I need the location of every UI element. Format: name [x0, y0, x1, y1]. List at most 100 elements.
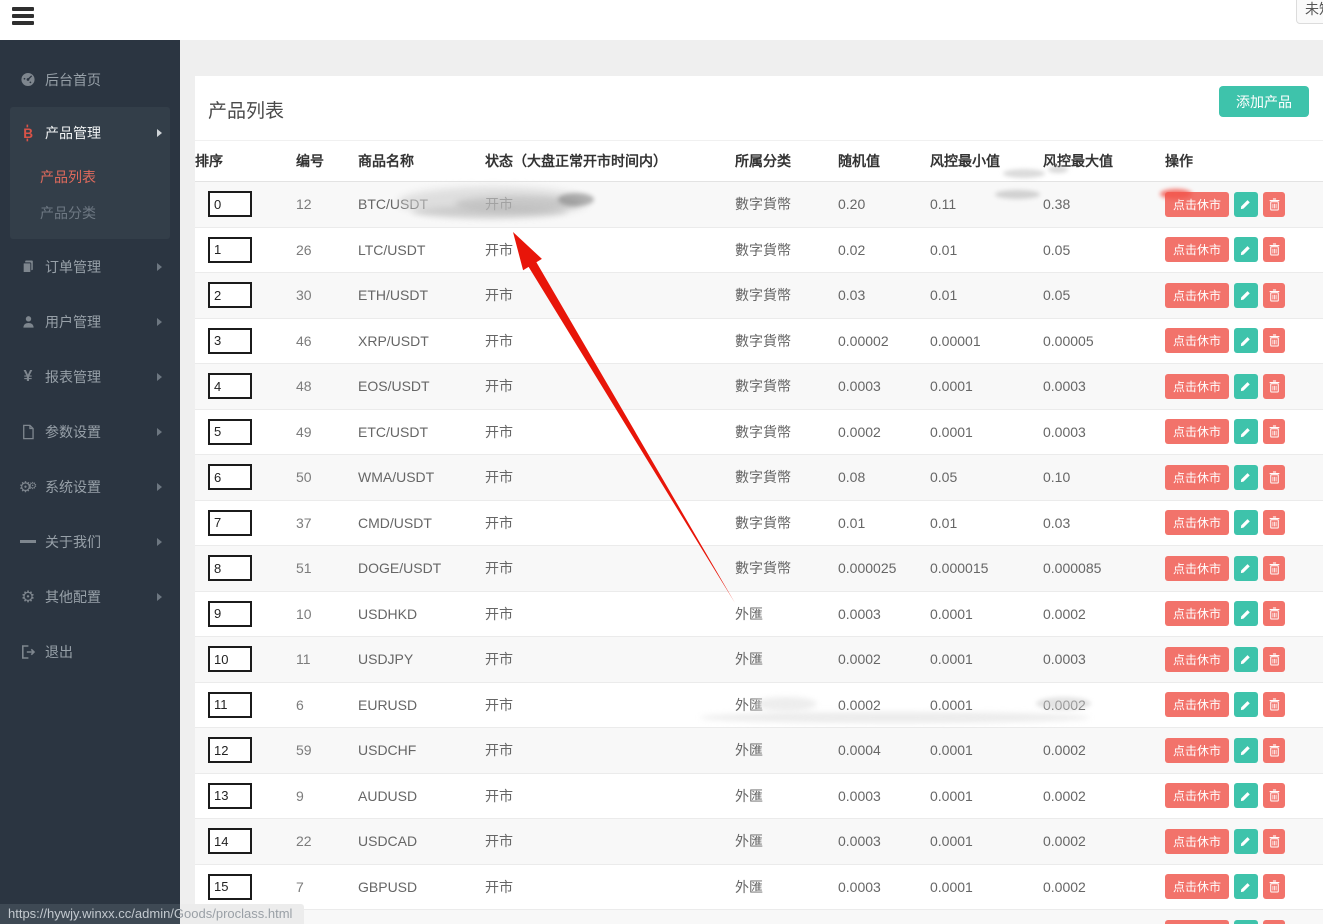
sort-input[interactable] [208, 828, 252, 855]
delete-button[interactable] [1263, 328, 1286, 354]
delete-button[interactable] [1263, 874, 1286, 900]
edit-button[interactable] [1234, 191, 1259, 217]
edit-button[interactable] [1234, 328, 1259, 354]
close-market-button[interactable]: 点击休市 [1165, 828, 1230, 854]
edit-button[interactable] [1234, 464, 1259, 490]
menu-toggle-icon[interactable] [12, 7, 36, 27]
delete-button[interactable] [1263, 783, 1286, 809]
row-name: BTC/USDT [358, 181, 485, 228]
sort-input[interactable] [208, 327, 252, 354]
sort-input[interactable] [208, 782, 252, 809]
delete-button[interactable] [1263, 828, 1286, 854]
sort-input[interactable] [208, 236, 252, 263]
sidebar-item-logout[interactable]: 退出 [0, 624, 180, 679]
sidebar-item-parameters[interactable]: 参数设置 [0, 404, 180, 459]
row-status: 开市 [485, 363, 735, 410]
delete-button[interactable] [1263, 601, 1286, 627]
sidebar-item-label: 关于我们 [45, 533, 101, 550]
close-market-button[interactable]: 点击休市 [1165, 919, 1230, 924]
sidebar-item-product-category[interactable]: 产品分类 [10, 195, 170, 231]
sidebar-item-orders[interactable]: 订单管理 [0, 239, 180, 294]
close-market-button[interactable]: 点击休市 [1165, 601, 1230, 627]
row-random: 0.000025 [838, 545, 930, 592]
delete-button[interactable] [1263, 919, 1286, 924]
close-market-button[interactable]: 点击休市 [1165, 510, 1230, 536]
sort-input[interactable] [208, 873, 252, 900]
edit-button[interactable] [1234, 601, 1259, 627]
sort-input[interactable] [208, 737, 252, 764]
close-market-button[interactable]: 点击休市 [1165, 237, 1230, 263]
edit-button[interactable] [1234, 373, 1259, 399]
sidebar-item-dashboard[interactable]: 后台首页 [0, 52, 180, 107]
sort-input[interactable] [208, 600, 252, 627]
edit-button[interactable] [1234, 874, 1259, 900]
row-category: 外匯 [735, 773, 838, 819]
edit-button[interactable] [1234, 828, 1259, 854]
sort-input[interactable] [208, 555, 252, 582]
edit-button[interactable] [1234, 737, 1259, 763]
sidebar-item-product-management[interactable]: B 产品管理 [10, 107, 170, 159]
sidebar-item-other-config[interactable]: ⚙ 其他配置 [0, 569, 180, 624]
edit-button[interactable] [1234, 419, 1259, 445]
edit-button[interactable] [1234, 919, 1259, 924]
delete-button[interactable] [1263, 282, 1286, 308]
sort-input[interactable] [208, 464, 252, 491]
sort-input[interactable] [208, 191, 252, 218]
close-market-button[interactable]: 点击休市 [1165, 282, 1230, 308]
row-status: 开市 [485, 181, 735, 228]
sort-input[interactable] [208, 418, 252, 445]
edit-button[interactable] [1234, 555, 1259, 581]
delete-button[interactable] [1263, 510, 1286, 536]
edit-button[interactable] [1234, 510, 1259, 536]
sidebar-item-system-settings[interactable]: ⚙ ⚙ 系统设置 [0, 459, 180, 514]
user-dropdown[interactable]: 未知 [1296, 0, 1323, 24]
close-market-button[interactable]: 点击休市 [1165, 328, 1230, 354]
sort-input[interactable] [208, 691, 252, 718]
delete-button[interactable] [1263, 555, 1286, 581]
table-row: 6 EURUSD 开市 外匯 0.0002 0.0001 0.0002 点击休市 [195, 682, 1323, 728]
close-market-button[interactable]: 点击休市 [1165, 646, 1230, 672]
edit-pencil-icon [1240, 244, 1252, 256]
sort-input[interactable] [208, 373, 252, 400]
row-name: WMA/USDT [358, 454, 485, 501]
delete-button[interactable] [1263, 373, 1286, 399]
edit-button[interactable] [1234, 646, 1259, 672]
close-market-button[interactable]: 点击休市 [1165, 737, 1230, 763]
edit-button[interactable] [1234, 783, 1259, 809]
trash-icon [1269, 380, 1280, 393]
table-row: 9 AUDUSD 开市 外匯 0.0003 0.0001 0.0002 点击休市 [195, 773, 1323, 819]
row-status: 开市 [485, 818, 735, 865]
close-market-button[interactable]: 点击休市 [1165, 874, 1230, 900]
delete-button[interactable] [1263, 464, 1286, 490]
edit-button[interactable] [1234, 237, 1259, 263]
close-market-button[interactable]: 点击休市 [1165, 464, 1230, 490]
delete-button[interactable] [1263, 191, 1286, 217]
table-row: 12 BTC/USDT 开市 數字貨幣 0.20 0.11 0.38 点击休市 [195, 181, 1323, 228]
sort-input[interactable] [208, 509, 252, 536]
sort-input[interactable] [208, 282, 252, 309]
trash-icon [1269, 789, 1280, 802]
close-market-button[interactable]: 点击休市 [1165, 783, 1230, 809]
row-random: 0.0002 [838, 409, 930, 455]
delete-button[interactable] [1263, 237, 1286, 263]
row-random: 0.0003 [838, 591, 930, 637]
sidebar-item-reports[interactable]: ¥ 报表管理 [0, 349, 180, 404]
sort-input[interactable] [208, 646, 252, 673]
close-market-button[interactable]: 点击休市 [1165, 191, 1230, 217]
delete-button[interactable] [1263, 692, 1286, 718]
add-product-button[interactable]: 添加产品 [1219, 86, 1309, 117]
sidebar-item-users[interactable]: 用户管理 [0, 294, 180, 349]
edit-button[interactable] [1234, 692, 1259, 718]
delete-button[interactable] [1263, 737, 1286, 763]
close-market-button[interactable]: 点击休市 [1165, 555, 1230, 581]
close-market-button[interactable]: 点击休市 [1165, 419, 1230, 445]
close-market-button[interactable]: 点击休市 [1165, 373, 1230, 399]
sidebar-item-product-list[interactable]: 产品列表 [10, 159, 170, 195]
delete-button[interactable] [1263, 646, 1286, 672]
edit-button[interactable] [1234, 282, 1259, 308]
row-min: 0.01 [930, 500, 1043, 546]
row-max: 0.0002 [1043, 727, 1165, 774]
sidebar-item-about-us[interactable]: 关于我们 [0, 514, 180, 569]
close-market-button[interactable]: 点击休市 [1165, 692, 1230, 718]
delete-button[interactable] [1263, 419, 1286, 445]
